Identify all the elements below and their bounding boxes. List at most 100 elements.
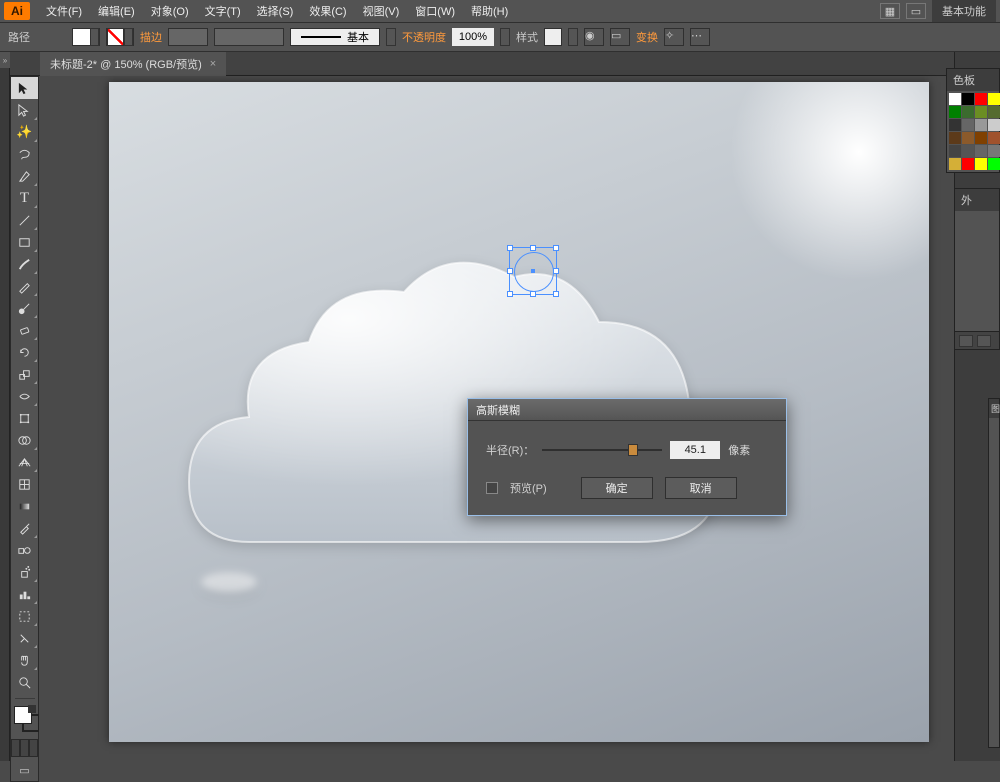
opacity-dd[interactable]: [500, 28, 510, 46]
width-tool[interactable]: [11, 385, 38, 407]
swatch-color[interactable]: [949, 119, 961, 131]
lasso-tool[interactable]: [11, 143, 38, 165]
radius-slider[interactable]: [542, 444, 662, 456]
swatch-color[interactable]: [949, 93, 961, 105]
dialog-titlebar[interactable]: 高斯模糊: [468, 399, 786, 421]
resize-handle-nw[interactable]: [507, 245, 513, 251]
resize-handle-ne[interactable]: [553, 245, 559, 251]
workspace-switcher[interactable]: 基本功能: [932, 0, 996, 22]
isolate-icon[interactable]: ✧: [664, 28, 684, 46]
scale-tool[interactable]: [11, 363, 38, 385]
resize-handle-n[interactable]: [530, 245, 536, 251]
slider-thumb[interactable]: [628, 444, 638, 456]
recolor-icon[interactable]: ◉: [584, 28, 604, 46]
stroke-swatch[interactable]: [106, 28, 134, 46]
blob-brush-tool[interactable]: [11, 297, 38, 319]
menu-type[interactable]: 文字(T): [197, 1, 249, 21]
radius-input[interactable]: 45.1: [670, 441, 720, 459]
align-icon[interactable]: ▭: [610, 28, 630, 46]
menu-select[interactable]: 选择(S): [249, 1, 302, 21]
swatch-color[interactable]: [949, 132, 961, 144]
trash-icon[interactable]: [977, 335, 991, 347]
swatch-color[interactable]: [975, 145, 987, 157]
blend-tool[interactable]: [11, 539, 38, 561]
ok-button[interactable]: 确定: [581, 477, 653, 499]
stroke-label[interactable]: 描边: [140, 29, 162, 45]
opacity-label[interactable]: 不透明度: [402, 29, 446, 45]
perspective-grid-tool[interactable]: [11, 451, 38, 473]
swatch-color[interactable]: [988, 106, 1000, 118]
direct-selection-tool[interactable]: [11, 99, 38, 121]
draw-modes[interactable]: [11, 737, 38, 759]
swatch-color[interactable]: [949, 158, 961, 170]
menu-effect[interactable]: 效果(C): [301, 1, 354, 21]
more-options-icon[interactable]: ⋯: [690, 28, 710, 46]
gradient-tool[interactable]: [11, 495, 38, 517]
swatch-color[interactable]: [988, 93, 1000, 105]
layers-panel[interactable]: 图: [988, 398, 1000, 748]
eyedropper-tool[interactable]: [11, 517, 38, 539]
swatch-color[interactable]: [962, 158, 974, 170]
selection-bounding-box[interactable]: [509, 247, 557, 295]
free-transform-tool[interactable]: [11, 407, 38, 429]
document-tab[interactable]: 未标题-2* @ 150% (RGB/预览) ×: [40, 52, 226, 76]
new-fill-icon[interactable]: [959, 335, 973, 347]
rectangle-tool[interactable]: [11, 231, 38, 253]
brush-definition-dd[interactable]: [386, 28, 396, 46]
resize-handle-sw[interactable]: [507, 291, 513, 297]
swatch-color[interactable]: [962, 119, 974, 131]
slice-tool[interactable]: [11, 627, 38, 649]
fill-stroke-indicator[interactable]: [11, 703, 38, 737]
swatch-color[interactable]: [962, 106, 974, 118]
close-tab-icon[interactable]: ×: [210, 58, 216, 70]
cancel-button[interactable]: 取消: [665, 477, 737, 499]
expand-panels-icon[interactable]: »: [0, 52, 10, 68]
selection-tool[interactable]: [11, 77, 38, 99]
resize-handle-e[interactable]: [553, 268, 559, 274]
pencil-tool[interactable]: [11, 275, 38, 297]
layers-panel-tab[interactable]: 图: [989, 399, 999, 418]
shape-builder-tool[interactable]: [11, 429, 38, 451]
swatch-color[interactable]: [975, 132, 987, 144]
swatch-color[interactable]: [962, 145, 974, 157]
graphic-style-swatch[interactable]: [544, 28, 562, 46]
style-dd[interactable]: [568, 28, 578, 46]
menu-file[interactable]: 文件(F): [38, 1, 90, 21]
swatch-color[interactable]: [962, 93, 974, 105]
resize-handle-s[interactable]: [530, 291, 536, 297]
swatch-color[interactable]: [988, 132, 1000, 144]
swatch-color[interactable]: [988, 145, 1000, 157]
menu-help[interactable]: 帮助(H): [463, 1, 516, 21]
arrange-documents-icon[interactable]: ▦: [880, 3, 900, 19]
menu-view[interactable]: 视图(V): [355, 1, 408, 21]
resize-handle-w[interactable]: [507, 268, 513, 274]
variable-width-profile[interactable]: [214, 28, 284, 46]
swatch-color[interactable]: [962, 132, 974, 144]
menu-window[interactable]: 窗口(W): [407, 1, 463, 21]
transform-label[interactable]: 变换: [636, 29, 658, 45]
zoom-tool[interactable]: [11, 671, 38, 693]
pen-tool[interactable]: [11, 165, 38, 187]
resize-handle-se[interactable]: [553, 291, 559, 297]
swatch-color[interactable]: [975, 119, 987, 131]
paintbrush-tool[interactable]: [11, 253, 38, 275]
menu-object[interactable]: 对象(O): [143, 1, 197, 21]
appearance-panel[interactable]: 外: [954, 188, 1000, 350]
preview-checkbox[interactable]: [486, 482, 498, 494]
opacity-input[interactable]: 100%: [452, 28, 494, 46]
brush-definition[interactable]: 基本: [290, 28, 380, 46]
magic-wand-tool[interactable]: ✨: [11, 121, 38, 143]
swatch-color[interactable]: [949, 106, 961, 118]
type-tool[interactable]: T: [11, 187, 38, 209]
swatch-color[interactable]: [975, 106, 987, 118]
eraser-tool[interactable]: [11, 319, 38, 341]
swatches-panel[interactable]: 色板: [946, 68, 1000, 173]
screen-mode-icon[interactable]: ▭: [906, 3, 926, 19]
stroke-weight-input[interactable]: [168, 28, 208, 46]
swatch-color[interactable]: [988, 119, 1000, 131]
artboard-tool[interactable]: [11, 605, 38, 627]
rotate-tool[interactable]: [11, 341, 38, 363]
screen-mode-tool[interactable]: ▭: [11, 759, 38, 781]
swatch-color[interactable]: [988, 158, 1000, 170]
symbol-sprayer-tool[interactable]: [11, 561, 38, 583]
